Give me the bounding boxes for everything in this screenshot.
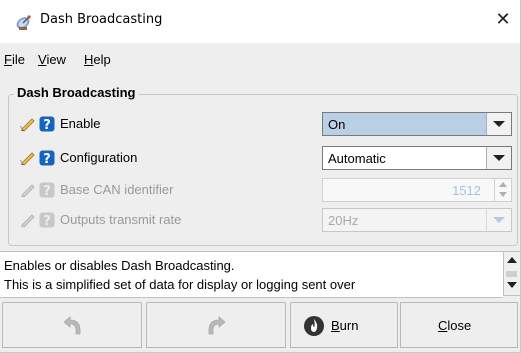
window-title: Dash Broadcasting <box>40 12 163 27</box>
pencil-icon[interactable] <box>19 150 37 166</box>
scroll-down-icon[interactable] <box>507 282 517 288</box>
scroll-thumb[interactable] <box>506 271 517 277</box>
description-text-area[interactable]: Enables or disables Dash Broadcasting. T… <box>0 251 503 298</box>
spinner-down-icon <box>499 192 507 197</box>
base-can-value: 1512 <box>452 183 481 198</box>
transmit-rate-label: Outputs transmit rate <box>60 212 182 227</box>
menu-bar: File View Help <box>0 43 520 73</box>
pencil-icon[interactable] <box>19 116 37 132</box>
configuration-dropdown-button[interactable] <box>486 147 511 169</box>
configuration-label: Configuration <box>60 150 138 165</box>
satellite-dish-icon <box>14 12 34 32</box>
scroll-up-icon[interactable] <box>507 257 517 263</box>
field-row-base-can: ? Base CAN identifier 1512 <box>20 178 516 202</box>
configuration-value: Automatic <box>328 151 386 166</box>
transmit-rate-dropdown: 20Hz <box>322 208 512 232</box>
title-bar[interactable]: Dash Broadcasting ✕ <box>0 0 520 43</box>
description-scrollbar[interactable] <box>503 251 520 296</box>
enable-value: On <box>328 117 346 132</box>
button-bar: Burn Close <box>0 302 520 352</box>
burn-button[interactable]: Burn <box>290 302 398 348</box>
svg-text:?: ? <box>43 118 51 132</box>
help-icon[interactable]: ? <box>39 116 55 133</box>
svg-text:?: ? <box>43 152 51 166</box>
menu-view[interactable]: View <box>38 52 66 67</box>
dialog-window: Dash Broadcasting ✕ File View Help Dash … <box>0 0 521 353</box>
help-icon[interactable]: ? <box>39 150 55 167</box>
chevron-down-icon <box>493 121 505 127</box>
help-icon: ? <box>39 212 55 229</box>
flame-icon <box>303 315 325 337</box>
close-window-icon[interactable]: ✕ <box>492 9 514 31</box>
spinner-up-icon <box>499 182 507 187</box>
undo-button[interactable] <box>2 302 142 348</box>
description-line: This is a simplified set of data for dis… <box>4 277 356 292</box>
base-can-spinner: 1512 <box>322 178 512 202</box>
pencil-icon <box>20 182 37 198</box>
chevron-down-icon <box>493 217 505 223</box>
redo-button[interactable] <box>146 302 286 348</box>
chevron-down-icon <box>493 155 505 161</box>
svg-text:?: ? <box>43 214 51 228</box>
field-row-enable: ? Enable On <box>19 112 516 136</box>
enable-dropdown[interactable]: On <box>322 112 512 136</box>
menu-file[interactable]: File <box>4 52 25 67</box>
menu-help[interactable]: Help <box>84 52 111 67</box>
redo-icon <box>205 314 229 338</box>
help-icon: ? <box>39 182 55 199</box>
enable-label: Enable <box>60 116 101 131</box>
close-button[interactable]: Close <box>400 302 518 348</box>
field-row-configuration: ? Configuration Automatic <box>19 146 516 170</box>
enable-dropdown-button[interactable] <box>486 113 511 135</box>
undo-icon <box>60 314 84 338</box>
configuration-dropdown[interactable]: Automatic <box>322 146 512 170</box>
description-line: Enables or disables Dash Broadcasting. <box>4 258 235 273</box>
svg-text:?: ? <box>43 184 51 198</box>
close-label: Close <box>438 318 472 333</box>
field-row-transmit-rate: ? Outputs transmit rate 20Hz <box>20 208 516 232</box>
group-title: Dash Broadcasting <box>14 85 139 100</box>
base-can-label: Base CAN identifier <box>60 182 174 197</box>
pencil-icon <box>20 212 37 228</box>
burn-label: Burn <box>331 318 359 333</box>
transmit-rate-value: 20Hz <box>328 213 359 228</box>
